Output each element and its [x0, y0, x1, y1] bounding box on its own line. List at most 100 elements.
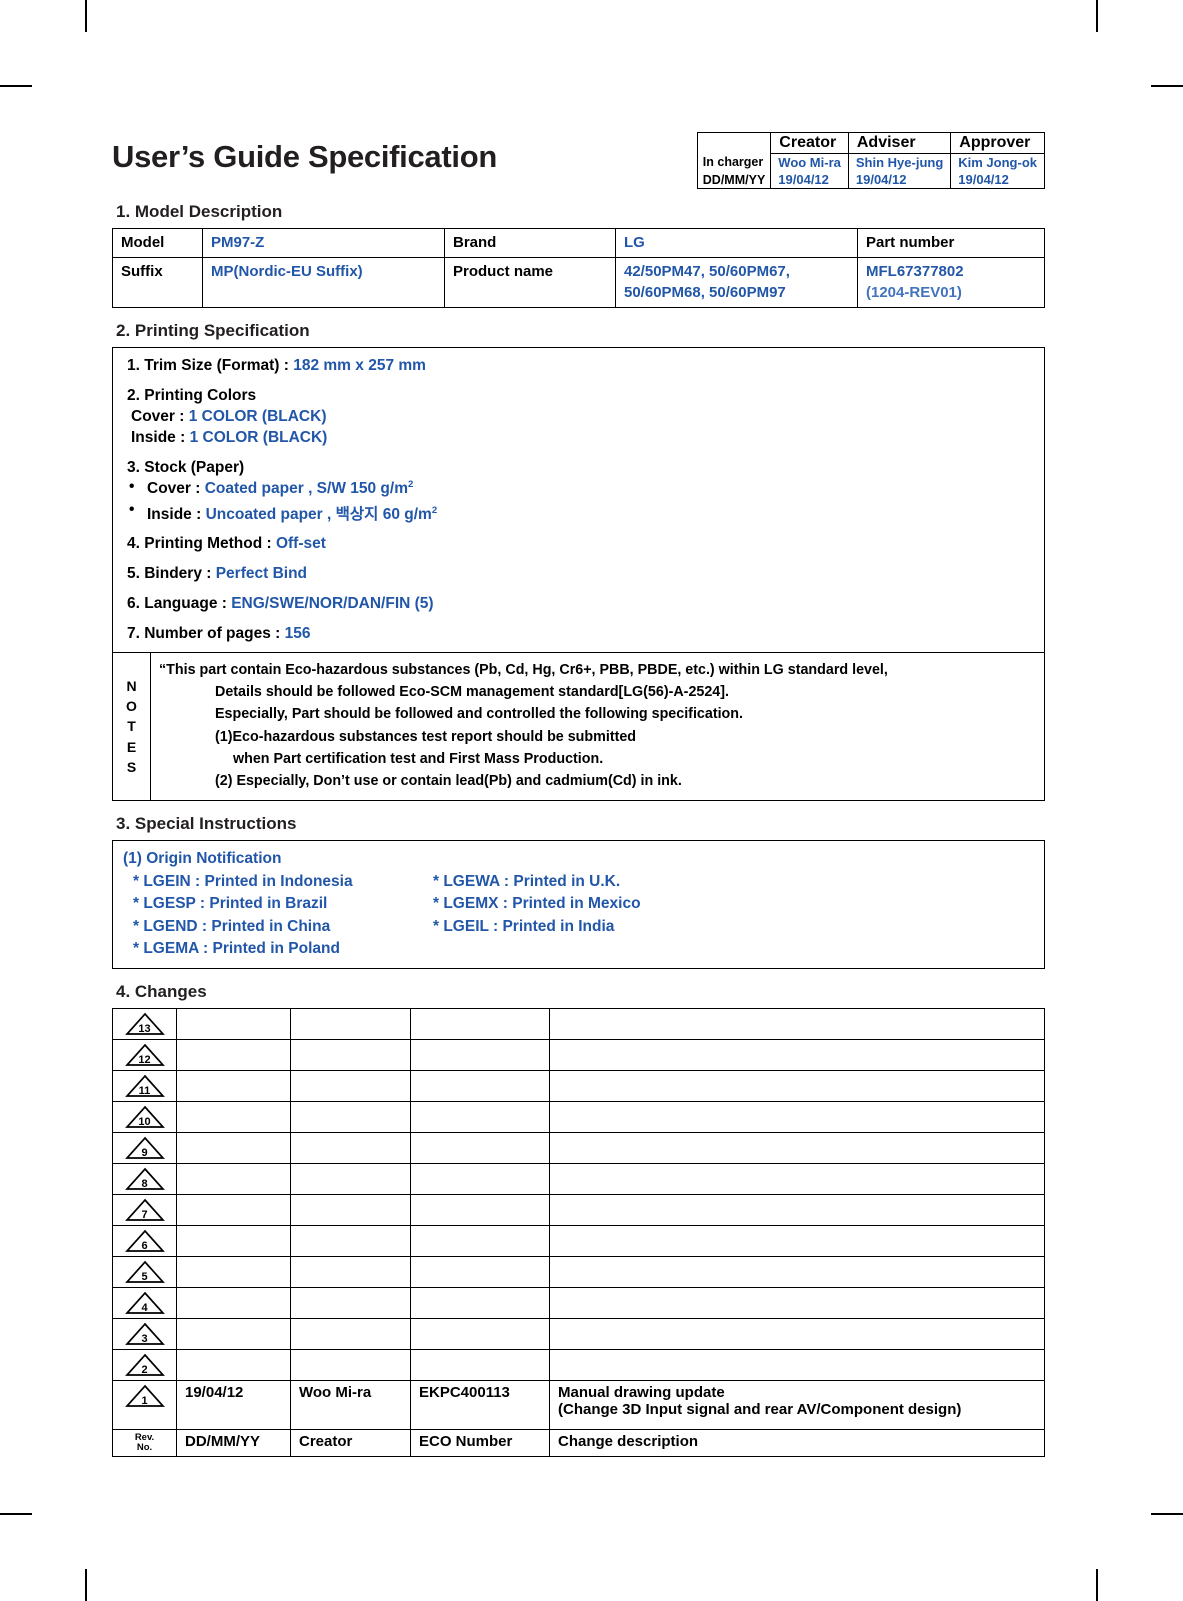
change-eco-number	[410, 1194, 550, 1227]
change-description	[549, 1349, 1045, 1382]
title-and-approval-row: User’s Guide Specification Creator Advis…	[112, 130, 1045, 189]
revision-marker-cell: 13	[112, 1008, 177, 1041]
change-eco-number	[410, 1163, 550, 1196]
section-heading-changes: 4. Changes	[116, 982, 207, 1002]
revision-marker-cell: 6	[112, 1225, 177, 1258]
change-eco-number	[410, 1225, 550, 1258]
notes-block: N O T E S “This part contain Eco-hazardo…	[112, 653, 1045, 802]
revision-number: 2	[141, 1364, 148, 1377]
document-content: User’s Guide Specification Creator Advis…	[112, 130, 1045, 1458]
change-eco-number	[410, 1349, 550, 1382]
origin-row-1: * LGEIN : Printed in Indonesia * LGEWA :…	[123, 871, 1044, 893]
warning-triangle-icon: 1	[124, 1384, 165, 1408]
bindery-value: Perfect Bind	[215, 564, 308, 582]
revision-number: 13	[138, 1023, 151, 1036]
change-description	[549, 1256, 1045, 1289]
warning-triangle-icon: 3	[124, 1322, 165, 1346]
revision-number: 7	[141, 1209, 148, 1222]
revision-marker-cell: 11	[112, 1070, 177, 1103]
change-eco-number	[410, 1101, 550, 1134]
table-row: 8	[112, 1163, 1045, 1196]
change-creator: Woo Mi-ra	[290, 1380, 411, 1431]
productname-value: 42/50PM47, 50/60PM67, 50/60PM68, 50/60PM…	[615, 257, 858, 308]
change-eco-number	[410, 1039, 550, 1072]
brand-value: LG	[615, 227, 858, 259]
stock-cover-label: Cover :	[147, 480, 205, 498]
change-eco-number: EKPC400113	[410, 1380, 550, 1431]
partnumber-value-cell: MFL67377802 (1204-REV01)	[857, 257, 1045, 308]
origin-row-4: * LGEMA : Printed in Poland	[123, 938, 1044, 960]
pages-value: 156	[284, 625, 311, 643]
revision-number: 1	[141, 1395, 148, 1408]
changes-header-date: DD/MM/YY	[176, 1429, 291, 1458]
pages-label: 7. Number of pages :	[127, 625, 285, 643]
crop-mark-bottom-right	[1096, 1569, 1098, 1601]
warning-triangle-icon: 12	[124, 1043, 165, 1067]
model-description-table: Model PM97-Z Brand LG Part number Suffix…	[112, 227, 1045, 308]
approval-adviser-date: 19/04/12	[847, 171, 952, 189]
approval-creator-date: 19/04/12	[770, 171, 849, 189]
partnumber-label: Part number	[857, 227, 1045, 259]
table-row: 6	[112, 1225, 1045, 1258]
stock-inside-superscript: 2	[431, 504, 438, 516]
crop-mark-bottom-left	[85, 1569, 87, 1601]
origin-lgeil: * LGEIL : Printed in India	[433, 917, 615, 935]
section-heading-special-instructions: 3. Special Instructions	[116, 814, 297, 834]
revision-number: 3	[141, 1333, 148, 1346]
model-label: Model	[112, 227, 203, 259]
change-description-line2: (Change 3D Input signal and rear AV/Comp…	[558, 1401, 962, 1419]
crop-mark-left-bottom	[0, 1513, 32, 1515]
changes-header-row: Rev. No. DD/MM/YY Creator ECO Number Cha…	[112, 1429, 1045, 1458]
change-description-line1: Manual drawing update	[558, 1384, 725, 1402]
revision-marker-cell: 4	[112, 1287, 177, 1320]
revision-marker-cell: 12	[112, 1039, 177, 1072]
change-date	[176, 1039, 291, 1072]
special-instructions-box: (1) Origin Notification * LGEIN : Printe…	[112, 840, 1045, 970]
section-heading-model-description: 1. Model Description	[116, 202, 283, 221]
revision-marker-cell: 1	[112, 1380, 177, 1431]
change-description	[549, 1318, 1045, 1351]
change-description: Manual drawing update (Change 3D Input si…	[549, 1380, 1045, 1431]
change-description	[549, 1070, 1045, 1103]
table-row: 11	[112, 1070, 1045, 1103]
notes-line-2: Details should be followed Eco-SCM manag…	[215, 684, 729, 701]
stock-cover-superscript: 2	[408, 479, 414, 491]
revision-marker-cell: 7	[112, 1194, 177, 1227]
table-row: 4	[112, 1287, 1045, 1320]
stock-cover-line: Cover : Coated paper , S/W 150 g/m2	[113, 478, 1044, 498]
printing-method-label: 4. Printing Method :	[127, 534, 276, 552]
crop-mark-right-top	[1151, 85, 1183, 87]
changes-header-description: Change description	[549, 1429, 1045, 1458]
crop-mark-top-left	[85, 0, 87, 32]
revision-number: 10	[138, 1116, 151, 1129]
warning-triangle-icon: 8	[124, 1167, 165, 1191]
notes-letter-o: O	[126, 698, 137, 715]
approval-approver-date: 19/04/12	[950, 171, 1045, 189]
origin-row-2: * LGESP : Printed in Brazil * LGEMX : Pr…	[123, 893, 1044, 915]
revision-marker-cell: 2	[112, 1349, 177, 1382]
printing-spec-box: 1. Trim Size (Format) : 182 mm x 257 mm …	[112, 346, 1045, 654]
printing-colors-label: 2. Printing Colors	[127, 386, 257, 404]
change-creator	[290, 1132, 411, 1165]
printing-colors-cover-line: Cover : 1 COLOR (BLACK)	[113, 407, 1044, 427]
warning-triangle-icon: 5	[124, 1260, 165, 1284]
table-row: 9	[112, 1132, 1045, 1165]
change-date	[176, 1225, 291, 1258]
change-creator	[290, 1256, 411, 1289]
approval-row-incharger: In charger Woo Mi-ra Shin Hye-jung Kim J…	[696, 153, 1045, 171]
brand-label: Brand	[444, 227, 616, 259]
notes-letter-t: T	[127, 718, 136, 735]
printing-colors-cover-label: Cover :	[131, 408, 189, 426]
approval-label-incharger: In charger	[696, 153, 772, 171]
change-creator	[290, 1349, 411, 1382]
crop-mark-top-right	[1096, 0, 1098, 32]
table-row: 10	[112, 1101, 1045, 1134]
notes-letter-e: E	[126, 738, 137, 755]
change-date	[176, 1101, 291, 1134]
changes-header-rev: Rev. No.	[112, 1429, 177, 1458]
partnumber-revision: (1204-REV01)	[866, 283, 962, 301]
origin-row-3: * LGEND : Printed in China * LGEIL : Pri…	[123, 916, 1044, 938]
change-date	[176, 1287, 291, 1320]
change-creator	[290, 1194, 411, 1227]
change-date	[176, 1256, 291, 1289]
